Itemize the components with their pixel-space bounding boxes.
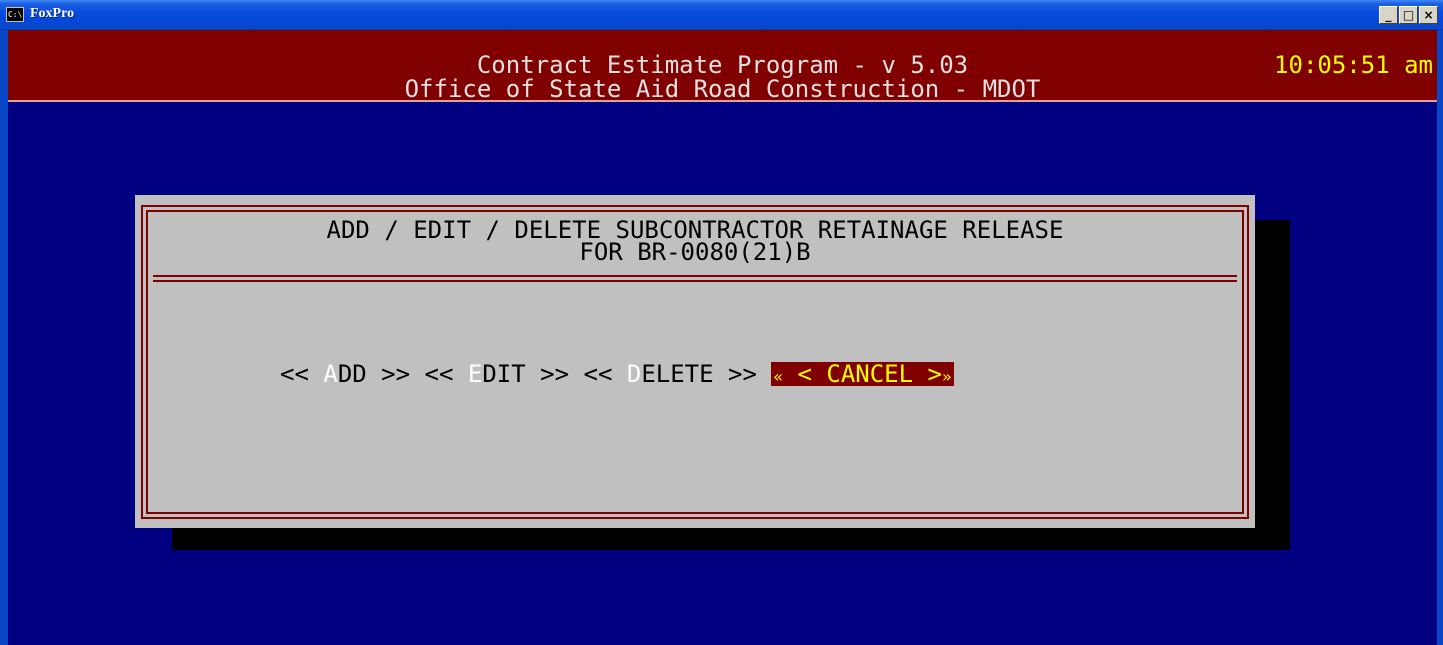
add-button-hotkey: A xyxy=(323,360,338,388)
maximize-button[interactable]: □ xyxy=(1399,6,1418,24)
dialog-project-number: FOR BR-0080(21)B xyxy=(579,238,811,266)
add-button-label: DD xyxy=(337,360,367,388)
add-button-close: >> xyxy=(366,360,411,388)
delete-button[interactable]: << DELETE >> xyxy=(584,361,757,387)
edit-button[interactable]: << EDIT >> xyxy=(425,361,570,387)
dialog-button-row: << ADD >> << EDIT >> << DELETE >> « < CA… xyxy=(280,361,954,387)
cancel-button[interactable]: « < CANCEL >» xyxy=(771,360,954,388)
window-title: FoxPro xyxy=(30,6,75,21)
console-icon: C:\ xyxy=(6,7,24,22)
cancel-left-marker: « xyxy=(773,367,784,386)
cancel-right-marker: » xyxy=(941,367,952,386)
minimize-button[interactable]: _ xyxy=(1379,6,1398,24)
delete-button-open: << xyxy=(583,360,627,388)
delete-button-hotkey: D xyxy=(626,360,642,388)
clock: 10:05:51 am xyxy=(1274,51,1433,79)
window-frame-right xyxy=(1437,30,1443,645)
window-frame-left xyxy=(0,30,8,645)
program-header: Contract Estimate Program - v 5.03 Offic… xyxy=(8,30,1437,102)
program-subtitle: Office of State Aid Road Construction - … xyxy=(404,75,1041,103)
add-button[interactable]: << ADD >> xyxy=(280,361,410,387)
edit-button-label: DIT xyxy=(482,360,526,388)
edit-button-hotkey: E xyxy=(467,360,483,388)
close-button[interactable]: × xyxy=(1419,6,1438,24)
add-button-open: << xyxy=(280,360,324,388)
edit-button-close: >> xyxy=(525,360,570,388)
window-title-bar[interactable]: C:\ FoxPro _ □ × xyxy=(0,0,1443,30)
program-title: Contract Estimate Program - v 5.03 xyxy=(476,51,969,79)
delete-button-close: >> xyxy=(713,360,757,388)
cancel-button-label: < CANCEL > xyxy=(783,360,942,388)
delete-button-label: ELETE xyxy=(641,360,714,388)
dialog-divider xyxy=(153,280,1237,282)
edit-button-open: << xyxy=(424,360,468,388)
retainage-release-dialog: ADD / EDIT / DELETE SUBCONTRACTOR RETAIN… xyxy=(135,195,1255,528)
dialog-divider xyxy=(153,275,1237,277)
